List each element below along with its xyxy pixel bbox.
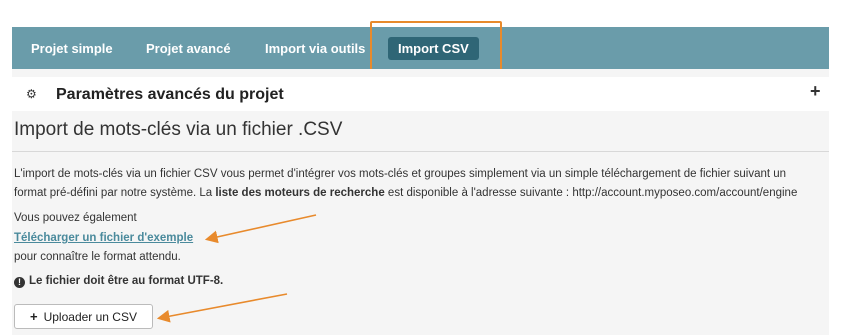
arrow-to-example-link (204, 214, 317, 244)
annotation-arrows (156, 214, 317, 323)
arrow-to-upload-button (156, 293, 288, 323)
